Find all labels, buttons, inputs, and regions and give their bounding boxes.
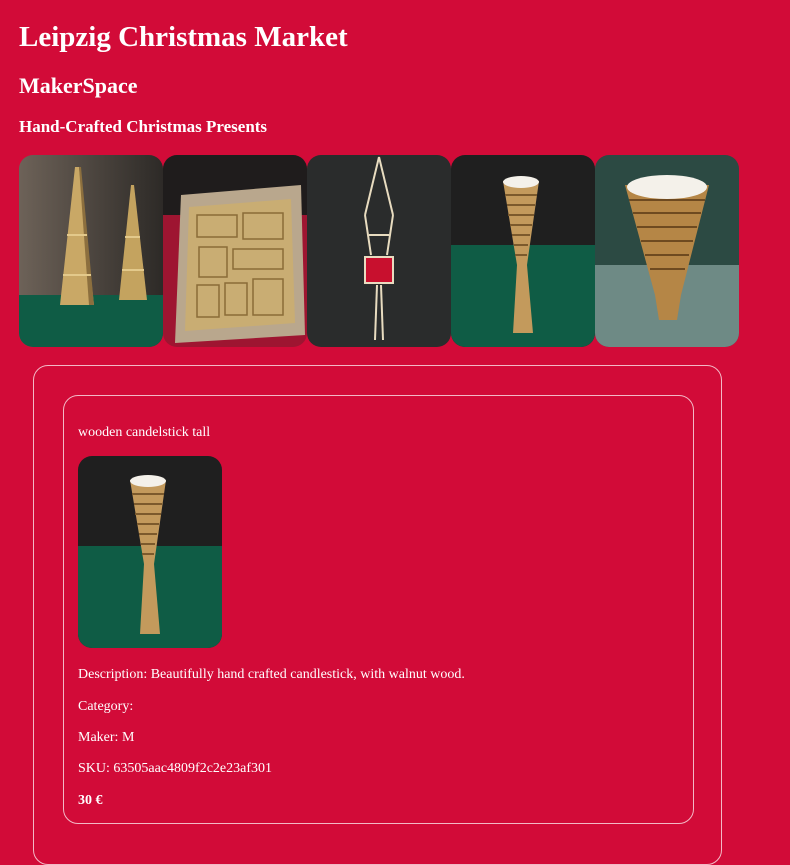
product-sku: SKU: 63505aac4809f2c2e23af301	[78, 761, 272, 777]
maker-value: M	[121, 730, 135, 745]
gallery-image-wooden-kit[interactable]	[163, 155, 307, 347]
product-maker: Maker: M	[78, 730, 134, 746]
sku-value: 63505aac4809f2c2e23af301	[113, 761, 273, 776]
gallery-image-tealight-holder[interactable]	[595, 155, 739, 347]
product-image[interactable]	[78, 456, 222, 648]
site-subtitle: MakerSpace	[19, 73, 138, 98]
category-label: Category:	[78, 699, 134, 714]
description-label: Description:	[78, 667, 148, 682]
product-price: 30 €	[78, 793, 103, 808]
site-title: Leipzig Christmas Market	[19, 21, 348, 53]
description-value: Beautifully hand crafted candlestick, wi…	[150, 667, 465, 682]
gallery-image-candlestick-tall[interactable]	[451, 155, 595, 347]
product-gallery	[19, 155, 739, 347]
section-heading: Hand-Crafted Christmas Presents	[19, 117, 268, 136]
sku-label: SKU:	[78, 761, 110, 776]
product-category: Category:	[78, 699, 133, 715]
product-name: wooden candelstick tall	[78, 425, 211, 440]
product-description: Description: Beautifully hand crafted ca…	[78, 667, 465, 683]
gallery-image-eiffel-towers[interactable]	[19, 155, 163, 347]
gallery-image-macrame-hanger[interactable]	[307, 155, 451, 347]
maker-label: Maker:	[78, 730, 119, 745]
